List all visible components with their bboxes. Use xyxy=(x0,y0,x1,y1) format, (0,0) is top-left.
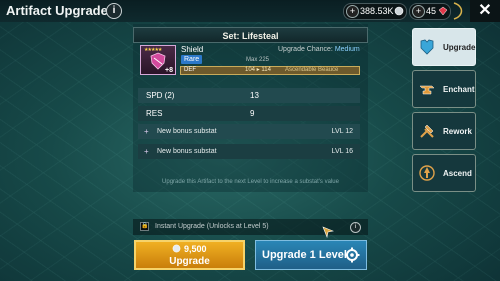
add-silver-button[interactable]: + xyxy=(346,5,359,18)
anvil-icon xyxy=(419,85,435,95)
lock-icon[interactable]: 🔒 xyxy=(140,222,149,231)
upgrade-chance: Upgrade Chance: Medium xyxy=(278,46,360,53)
substat-row: SPD (2) 13 xyxy=(138,88,360,103)
upgrade-chance-label: Upgrade Chance: xyxy=(278,46,333,53)
substat-value: 13 xyxy=(250,91,259,100)
gem-resource: + 45 xyxy=(409,3,451,20)
upgrade-cost-value: 9,500 xyxy=(183,244,207,254)
bonus-substat-level: LVL 12 xyxy=(331,128,353,135)
tab-ascend[interactable]: Ascend xyxy=(412,154,476,192)
silver-amount: 388.53K xyxy=(360,6,394,16)
artifact-icon[interactable]: ★★★★★ +8 xyxy=(140,45,176,75)
armor-icon xyxy=(420,39,434,55)
bonus-substat-label: New bonus substat xyxy=(157,128,217,135)
hammer-icon xyxy=(420,124,434,138)
rarity-badge: Rare xyxy=(181,55,203,64)
upgrade-1-level-button[interactable]: Upgrade 1 Level xyxy=(255,240,367,270)
main-stat-bar: DEF 104 ▸ 114 Ascendable Beauce xyxy=(180,66,360,75)
tab-label: Ascend xyxy=(443,169,472,178)
info-icon[interactable]: i xyxy=(106,3,122,19)
info-icon[interactable]: i xyxy=(350,222,361,233)
plus-icon: + xyxy=(144,127,149,136)
upgrade-hint: Upgrade this Artifact to the next Level … xyxy=(162,179,339,185)
top-bar: Artifact Upgrade i + 388.53K + 45 ✕ xyxy=(0,0,500,22)
pointer-cursor-icon xyxy=(322,226,334,238)
substat-value: 9 xyxy=(250,109,255,118)
tab-label: Rework xyxy=(443,127,472,136)
max-value-label: Max 225 xyxy=(246,57,270,63)
tab-rework[interactable]: Rework xyxy=(412,112,476,150)
tab-upgrade[interactable]: Upgrade xyxy=(412,28,476,66)
silver-resource: + 388.53K xyxy=(343,3,407,20)
substat-name: SPD (2) xyxy=(146,91,175,100)
close-button[interactable]: ✕ xyxy=(470,0,500,22)
substat-row: RES 9 xyxy=(138,106,360,121)
bonus-substat-level: LVL 16 xyxy=(331,148,353,155)
silver-icon xyxy=(173,244,181,253)
artifact-name: Shield xyxy=(181,45,204,54)
upgrade-button-label: Upgrade xyxy=(169,256,210,267)
page-title: Artifact Upgrade xyxy=(6,3,108,18)
ascend-icon xyxy=(419,165,435,181)
main-stat-label: DEF xyxy=(184,67,196,73)
main-stat-values: 104 ▸ 114 xyxy=(245,67,271,73)
gem-amount: 45 xyxy=(426,6,437,16)
upgrade-cost: 9,500 xyxy=(136,244,243,254)
bonus-substat-row: + New bonus substat LVL 16 xyxy=(138,144,360,159)
tab-label: Enchant xyxy=(443,85,475,94)
silver-icon xyxy=(394,6,404,16)
tab-label: Upgrade xyxy=(443,43,476,52)
upgrade-chance-value: Medium xyxy=(334,46,360,53)
upgrade-1-level-label: Upgrade 1 Level xyxy=(262,249,347,261)
substat-name: RES xyxy=(146,109,163,118)
tab-enchant[interactable]: Enchant xyxy=(412,70,476,108)
bonus-substat-label: New bonus substat xyxy=(157,148,217,155)
artifact-level: +8 xyxy=(165,67,173,74)
add-gems-button[interactable]: + xyxy=(412,5,425,18)
upgrade-button[interactable]: 9,500 Upgrade xyxy=(134,240,245,270)
set-title: Set: Lifesteal xyxy=(133,27,368,43)
gem-icon xyxy=(438,6,448,16)
divider-ornament-icon xyxy=(453,2,463,20)
instant-upgrade-label: Instant Upgrade (Unlocks at Level 5) xyxy=(155,223,269,230)
bonus-substat-row: + New bonus substat LVL 12 xyxy=(138,124,360,139)
main-stat-requirement: Ascendable Beauce xyxy=(285,67,339,73)
gear-icon[interactable] xyxy=(344,247,360,263)
plus-icon: + xyxy=(144,147,149,156)
